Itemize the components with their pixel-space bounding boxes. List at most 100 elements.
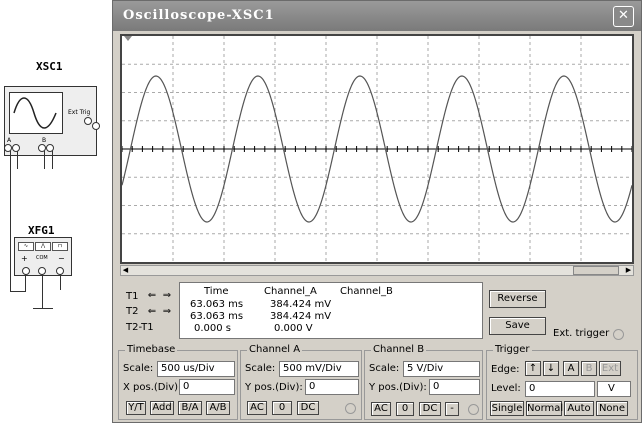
ext-trig-label: Ext Trig	[68, 109, 91, 116]
t1-label: T1	[126, 291, 139, 302]
trigger-normal-button[interactable]: Normal	[526, 401, 563, 416]
wire	[42, 274, 43, 308]
wire	[52, 151, 53, 169]
measurement-table: Time Channel_A Channel_B 63.063 ms 384.4…	[179, 282, 483, 339]
trigger-auto-button[interactable]: Auto	[564, 401, 594, 416]
col-channel-a: Channel_A	[264, 286, 317, 297]
channel-b-minus-button[interactable]: -	[445, 402, 459, 416]
t2t1-time: 0.000 s	[194, 323, 232, 334]
wire	[25, 274, 26, 292]
ext-trig-pin[interactable]	[84, 117, 92, 125]
t2-right-arrow-icon[interactable]: ⇒	[161, 306, 173, 317]
t2t1-label: T2-T1	[126, 322, 154, 333]
t2-cha: 384.424 mV	[270, 311, 332, 322]
trigger-source-a-button[interactable]: A	[563, 361, 579, 376]
channel-b-title: Channel B	[371, 344, 427, 355]
scroll-right-icon[interactable]: ▶	[624, 266, 633, 275]
channel-b-group: Channel B Scale: 5 V/Div Y pos.(Div): 0 …	[364, 344, 483, 420]
falling-edge-icon[interactable]: ↓	[543, 361, 559, 376]
channel-b-scale-field[interactable]: 5 V/Div	[403, 361, 480, 377]
channel-b-dc-button[interactable]: DC	[419, 402, 441, 416]
trigger-source-ext-button[interactable]: Ext	[599, 361, 621, 376]
scope-label: XSC1	[36, 60, 63, 73]
horizontal-scrollbar[interactable]: ◀ ▶	[120, 265, 634, 276]
fg-com-label: COM	[36, 255, 48, 261]
trigger-level-unit[interactable]: V	[597, 381, 631, 397]
wire	[10, 151, 11, 291]
trigger-none-button[interactable]: None	[596, 401, 628, 416]
t1-time: 63.063 ms	[190, 299, 244, 310]
close-icon[interactable]: ✕	[613, 6, 634, 27]
channel-b-zero-button[interactable]: 0	[396, 402, 414, 416]
cursor-marker-icon[interactable]	[124, 36, 132, 41]
title-bar[interactable]: Oscilloscope-XSC1 ✕	[113, 1, 641, 31]
trigger-single-button[interactable]: Single	[490, 401, 524, 416]
pin-b-label: B	[42, 137, 47, 144]
timebase-group: Timebase Scale: 500 us/Div X pos.(Div): …	[118, 344, 238, 420]
channel-a-radio[interactable]	[345, 403, 356, 414]
wire	[44, 151, 45, 169]
scope-display[interactable]	[120, 34, 634, 264]
channel-a-ypos-field[interactable]: 0	[305, 379, 359, 395]
scroll-thumb[interactable]	[573, 266, 619, 275]
wire	[60, 274, 61, 290]
sine-icon	[13, 97, 57, 129]
mode-yt-button[interactable]: Y/T	[126, 401, 146, 415]
t2t1-cha: 0.000 V	[274, 323, 313, 334]
timebase-xpos-label: X pos.(Div):	[123, 382, 182, 393]
timebase-scale-field[interactable]: 500 us/Div	[157, 361, 235, 377]
channel-b-radio[interactable]	[468, 404, 479, 415]
channel-a-dc-button[interactable]: DC	[297, 401, 319, 415]
trigger-edge-label: Edge:	[491, 364, 520, 375]
fg-minus-label: −	[58, 254, 65, 263]
timebase-title: Timebase	[125, 344, 178, 355]
save-button[interactable]: Save	[489, 317, 546, 335]
mode-ab-button[interactable]: A/B	[206, 401, 230, 415]
channel-a-ac-button[interactable]: AC	[247, 401, 267, 415]
channel-a-zero-button[interactable]: 0	[272, 401, 292, 415]
scroll-left-icon[interactable]: ◀	[121, 266, 130, 275]
wire	[17, 151, 18, 169]
scope-pin-a-minus[interactable]	[12, 144, 20, 152]
trigger-title: Trigger	[493, 344, 532, 355]
rising-edge-icon[interactable]: ↑	[525, 361, 541, 376]
col-channel-b: Channel_B	[340, 286, 393, 297]
ext-trigger-radio[interactable]	[613, 329, 624, 340]
scope-symbol-screen	[9, 92, 63, 134]
timebase-xpos-field[interactable]: 0	[179, 379, 235, 395]
channel-a-group: Channel A Scale: 500 mV/Div Y pos.(Div):…	[240, 344, 362, 420]
wire	[10, 291, 25, 292]
ext-trigger-label: Ext. trigger	[553, 328, 610, 339]
reverse-button[interactable]: Reverse	[489, 290, 546, 308]
t1-cha: 384.424 mV	[270, 299, 332, 310]
channel-b-ypos-label: Y pos.(Div):	[369, 382, 427, 393]
channel-a-scale-field[interactable]: 500 mV/Div	[279, 361, 359, 377]
mode-ba-button[interactable]: B/A	[178, 401, 202, 415]
t2-time: 63.063 ms	[190, 311, 244, 322]
t1-left-arrow-icon[interactable]: ⇐	[146, 290, 158, 301]
pin-a-label: A	[7, 137, 12, 144]
channel-b-ypos-field[interactable]: 0	[429, 379, 480, 395]
timebase-scale-label: Scale:	[123, 363, 154, 374]
sine-wave-icon: ∿	[18, 242, 34, 251]
fg-pin-plus[interactable]	[22, 267, 30, 275]
trigger-group: Trigger Edge: ↑ ↓ A B Ext Level: 0 V Sin…	[486, 344, 638, 420]
square-wave-icon: ⊓	[52, 242, 68, 251]
trigger-level-label: Level:	[491, 383, 521, 394]
trigger-level-field[interactable]: 0	[525, 381, 595, 397]
fg-label: XFG1	[28, 224, 55, 237]
ext-trig-pin-2[interactable]	[92, 122, 100, 130]
channel-a-scale-label: Scale:	[245, 363, 276, 374]
triangle-wave-icon: ⋀	[35, 242, 51, 251]
t2-left-arrow-icon[interactable]: ⇐	[146, 306, 158, 317]
fg-plus-label: +	[21, 254, 28, 263]
channel-a-ypos-label: Y pos.(Div):	[245, 382, 303, 393]
window-title: Oscilloscope-XSC1	[123, 8, 275, 23]
scope-graticule	[121, 36, 633, 262]
mode-add-button[interactable]: Add	[150, 401, 174, 415]
channel-b-scale-label: Scale:	[369, 363, 400, 374]
channel-b-ac-button[interactable]: AC	[371, 402, 391, 416]
trigger-source-b-button[interactable]: B	[581, 361, 597, 376]
col-time: Time	[204, 286, 229, 297]
t1-right-arrow-icon[interactable]: ⇒	[161, 290, 173, 301]
